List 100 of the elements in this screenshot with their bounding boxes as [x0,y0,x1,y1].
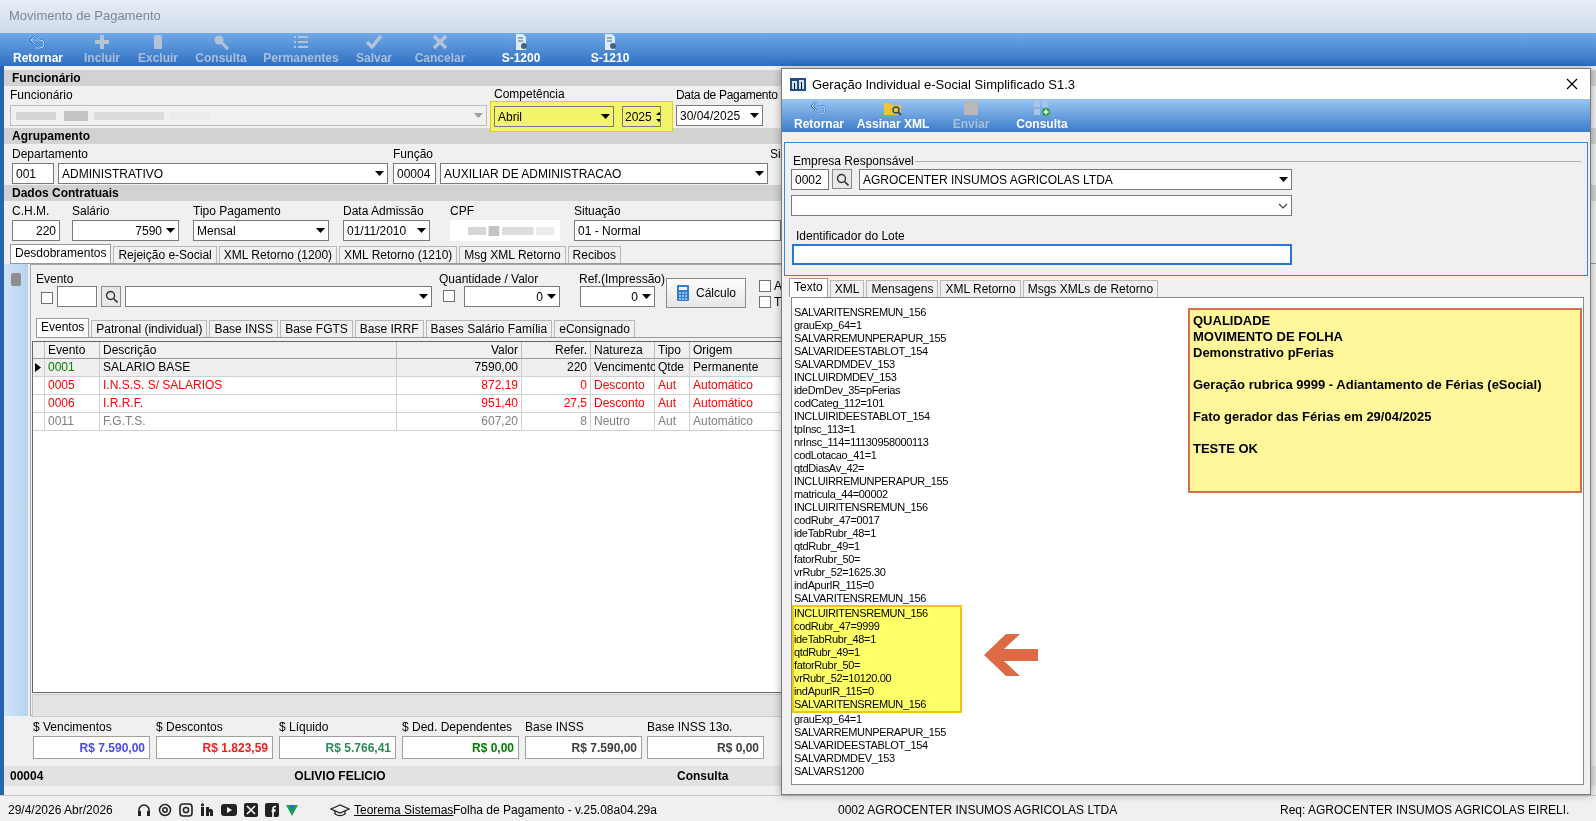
tab[interactable]: Patronal (individual) [91,320,208,337]
table-cell: 8 [522,413,591,431]
checkbox-label: A [774,279,782,293]
column-header: Tipo [655,342,690,359]
tab[interactable]: eConsignado [554,320,635,337]
group-legend: Empresa Responsável [793,154,914,168]
cross-icon[interactable] [244,803,258,817]
table-cell: 7590,00 [397,359,522,377]
text-line: SALVARS1200 [794,765,864,778]
text-line: grauExp_64=1 [794,319,862,332]
tab[interactable]: Base INSS [209,320,279,337]
tab[interactable]: XML Retorno (1210) [339,246,458,263]
tab[interactable]: Base IRRF [354,320,424,337]
text-line: qtdRubr_49=1 [794,540,860,553]
table-cell: Automático [690,377,782,395]
website-link[interactable]: Teorema Sistemas [354,803,454,817]
dropdown[interactable]: Mensal [193,220,329,241]
search-button[interactable] [101,286,121,307]
field-label: CPF [450,204,475,218]
text-line: SALVARITENSREMUN_156 [794,306,926,319]
search-icon [104,290,118,303]
table-cell: SALARIO BASE [100,359,397,377]
tab[interactable]: Recibos [567,246,621,263]
dropdown[interactable]: 7590 [72,220,179,241]
text-field[interactable]: 00004 [393,163,436,184]
row-indicator-cell[interactable] [33,413,45,431]
tab[interactable]: Rejeição e-Social [113,246,217,263]
checkbox[interactable] [759,280,771,292]
tab[interactable]: Mensagens [866,280,939,297]
text-line: indApurIR_115=0 [794,579,874,592]
undo-icon [29,33,47,50]
checkbox[interactable] [443,290,455,302]
text-line: INCLUIRDMDEV_153 [794,371,897,384]
dropdown[interactable]: 0 [464,286,560,307]
grid-plus-icon [1033,99,1051,116]
play-icon[interactable] [221,803,237,817]
total-label: Base INSS [525,720,585,734]
headset-icon[interactable] [137,803,151,817]
search-icon [212,33,230,50]
year-spinner[interactable]: 2025 [622,106,661,127]
tab[interactable]: Msg XML Retorno [459,246,566,263]
field-label: Data Admissão [343,204,425,218]
camera-icon[interactable] [179,803,193,817]
text-field[interactable]: 220 [12,220,60,241]
dropdown[interactable] [791,195,1292,216]
text-field[interactable]: 001 [12,163,54,184]
triangle-logo-icon[interactable] [286,803,298,817]
total-value: R$ 7.590,00 [33,736,150,759]
close-icon[interactable] [1566,78,1578,90]
toolbar-button[interactable]: S-1200 [494,33,548,65]
tab[interactable]: Bases Salário Família [425,320,553,337]
dropdown[interactable] [125,286,432,307]
note-line: TESTE OK [1193,441,1259,457]
text-line: SALVARIDEESTABLOT_154 [794,345,928,358]
table-cell: 0005 [45,377,100,395]
checkbox[interactable] [759,296,771,308]
tab[interactable]: XML Retorno [940,280,1021,297]
toolbar-button[interactable]: Retornar [7,33,69,65]
dropdown[interactable]: Abril [494,106,614,127]
field-label: Data de Pagamento [676,88,779,102]
text-line: SALVARIDEESTABLOT_154 [794,739,928,752]
at-sign-icon[interactable] [158,803,172,817]
calc-button[interactable]: Cálculo [666,278,746,308]
cpf-field[interactable] [450,220,560,241]
dropdown[interactable]: AUXILIAR DE ADMINISTRACAO [440,163,768,184]
code-field[interactable]: 0002 [791,169,829,190]
batch-id-field[interactable] [792,244,1292,265]
row-indicator-cell[interactable] [33,377,45,395]
field-label: Tipo Pagamento [193,204,282,218]
tab[interactable]: Base FGTS [280,320,353,337]
table-cell: 872,19 [397,377,522,395]
dropdown[interactable]: AGROCENTER INSUMOS AGRICOLAS LTDA [859,169,1292,190]
tab[interactable]: Eventos [36,318,90,337]
table-cell: 951,40 [397,395,522,413]
field-label: Função [393,147,435,161]
table-cell: Automático [690,395,782,413]
text-line: codCateg_112=101 [794,397,884,410]
total-value: R$ 7.590,00 [525,736,642,759]
dropdown[interactable]: 0 [580,286,655,307]
code-field[interactable] [57,286,97,307]
status-date: 29/4/2026 Abr/2026 [8,803,114,817]
tab[interactable]: Msgs XMLs de Retorno [1022,280,1159,297]
dropdown[interactable]: 01/11/2010 [343,220,430,241]
row-indicator-cell[interactable] [33,395,45,413]
text-line: qtdDiasAv_42= [794,462,865,475]
text-line: nrInsc_114=11130958000113 [794,436,929,449]
tab[interactable]: Texto [789,278,828,297]
text-field[interactable]: 01 - Normal [574,220,781,241]
table-cell: Automático [690,413,782,431]
search-button[interactable] [832,169,852,189]
tab[interactable]: XML [829,280,865,297]
text-line: codRubr_47=0017 [794,514,880,527]
field-label: Situação [574,204,622,218]
tab[interactable]: Desdobramentos [10,244,112,263]
toolbar-button[interactable]: S-1210 [583,33,637,65]
dropdown[interactable]: ADMINISTRATIVO [58,163,388,184]
checkbox[interactable] [41,292,53,304]
tab[interactable]: XML Retorno (1200) [218,246,338,263]
row-indicator-cell[interactable] [33,359,45,377]
dropdown[interactable]: 30/04/2025 [676,105,763,126]
